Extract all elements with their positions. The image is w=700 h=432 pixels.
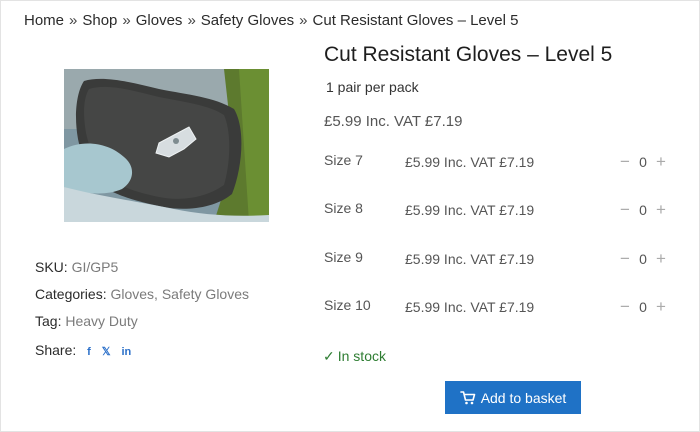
categories-label: Categories: bbox=[35, 286, 107, 302]
minus-icon[interactable]: − bbox=[616, 201, 634, 219]
quantity-value[interactable]: 0 bbox=[634, 154, 652, 170]
tag-link-heavy-duty[interactable]: Heavy Duty bbox=[65, 313, 137, 329]
breadcrumb-separator: » bbox=[299, 12, 308, 29]
breadcrumb-shop[interactable]: Shop bbox=[82, 12, 117, 29]
product-title: Cut Resistant Gloves – Level 5 bbox=[324, 43, 613, 66]
plus-icon[interactable]: + bbox=[652, 250, 670, 268]
plus-icon[interactable]: + bbox=[652, 201, 670, 219]
breadcrumb-safety-gloves[interactable]: Safety Gloves bbox=[201, 12, 294, 29]
product-price: £5.99 Inc. VAT £7.19 bbox=[324, 113, 463, 130]
minus-icon[interactable]: − bbox=[616, 153, 634, 171]
variant-row: Size 10 £5.99 Inc. VAT £7.19 − 0 + bbox=[324, 297, 670, 319]
linkedin-icon[interactable]: in bbox=[121, 346, 131, 358]
variant-size: Size 9 bbox=[324, 249, 363, 265]
breadcrumb-gloves[interactable]: Gloves bbox=[136, 12, 183, 29]
quantity-stepper: − 0 + bbox=[616, 201, 670, 219]
add-to-basket-button[interactable]: Add to basket bbox=[445, 381, 581, 414]
category-link-safety-gloves[interactable]: Safety Gloves bbox=[162, 286, 249, 302]
stock-status: ✓ In stock bbox=[323, 348, 386, 365]
share-row: Share: f 𝕏 in bbox=[35, 342, 131, 358]
cart-icon bbox=[459, 390, 475, 404]
tag-row: Tag: Heavy Duty bbox=[35, 313, 138, 329]
stock-text: In stock bbox=[337, 348, 386, 364]
quantity-value[interactable]: 0 bbox=[634, 251, 652, 267]
variant-row: Size 7 £5.99 Inc. VAT £7.19 − 0 + bbox=[324, 152, 670, 174]
variant-row: Size 9 £5.99 Inc. VAT £7.19 − 0 + bbox=[324, 249, 670, 271]
plus-icon[interactable]: + bbox=[652, 153, 670, 171]
variant-price: £5.99 Inc. VAT £7.19 bbox=[405, 251, 535, 267]
breadcrumb-separator: » bbox=[69, 12, 78, 29]
variant-price: £5.99 Inc. VAT £7.19 bbox=[405, 154, 535, 170]
quantity-stepper: − 0 + bbox=[616, 153, 670, 171]
quantity-value[interactable]: 0 bbox=[634, 299, 652, 315]
breadcrumb-separator: » bbox=[187, 12, 196, 29]
sku-row: SKU: GI/GP5 bbox=[35, 259, 118, 275]
quantity-value[interactable]: 0 bbox=[634, 202, 652, 218]
check-icon: ✓ bbox=[323, 348, 335, 364]
plus-icon[interactable]: + bbox=[652, 298, 670, 316]
breadcrumb-separator: » bbox=[122, 12, 131, 29]
minus-icon[interactable]: − bbox=[616, 250, 634, 268]
quantity-stepper: − 0 + bbox=[616, 298, 670, 316]
variant-price: £5.99 Inc. VAT £7.19 bbox=[405, 202, 535, 218]
variant-size: Size 10 bbox=[324, 297, 371, 313]
sku-value: GI/GP5 bbox=[71, 259, 119, 275]
add-to-basket-label: Add to basket bbox=[480, 389, 567, 406]
breadcrumb-current: Cut Resistant Gloves – Level 5 bbox=[312, 12, 519, 29]
variant-price: £5.99 Inc. VAT £7.19 bbox=[405, 299, 535, 315]
sku-label: SKU: bbox=[35, 259, 68, 275]
product-subtitle: 1 pair per pack bbox=[326, 79, 419, 95]
quantity-stepper: − 0 + bbox=[616, 250, 670, 268]
variant-size: Size 8 bbox=[324, 200, 363, 216]
share-label: Share: bbox=[35, 342, 77, 358]
minus-icon[interactable]: − bbox=[616, 298, 634, 316]
tag-label: Tag: bbox=[35, 313, 62, 329]
x-icon[interactable]: 𝕏 bbox=[102, 345, 111, 358]
variant-row: Size 8 £5.99 Inc. VAT £7.19 − 0 + bbox=[324, 200, 670, 222]
facebook-icon[interactable]: f bbox=[87, 346, 91, 358]
categories-row: Categories: Gloves, Safety Gloves bbox=[35, 286, 249, 302]
breadcrumb: Home» Shop» Gloves» Safety Gloves» Cut Resis… bbox=[24, 12, 518, 29]
category-link-gloves[interactable]: Gloves, bbox=[110, 286, 157, 302]
product-image[interactable] bbox=[64, 69, 269, 222]
breadcrumb-home[interactable]: Home bbox=[24, 12, 64, 29]
variant-size: Size 7 bbox=[324, 152, 363, 168]
